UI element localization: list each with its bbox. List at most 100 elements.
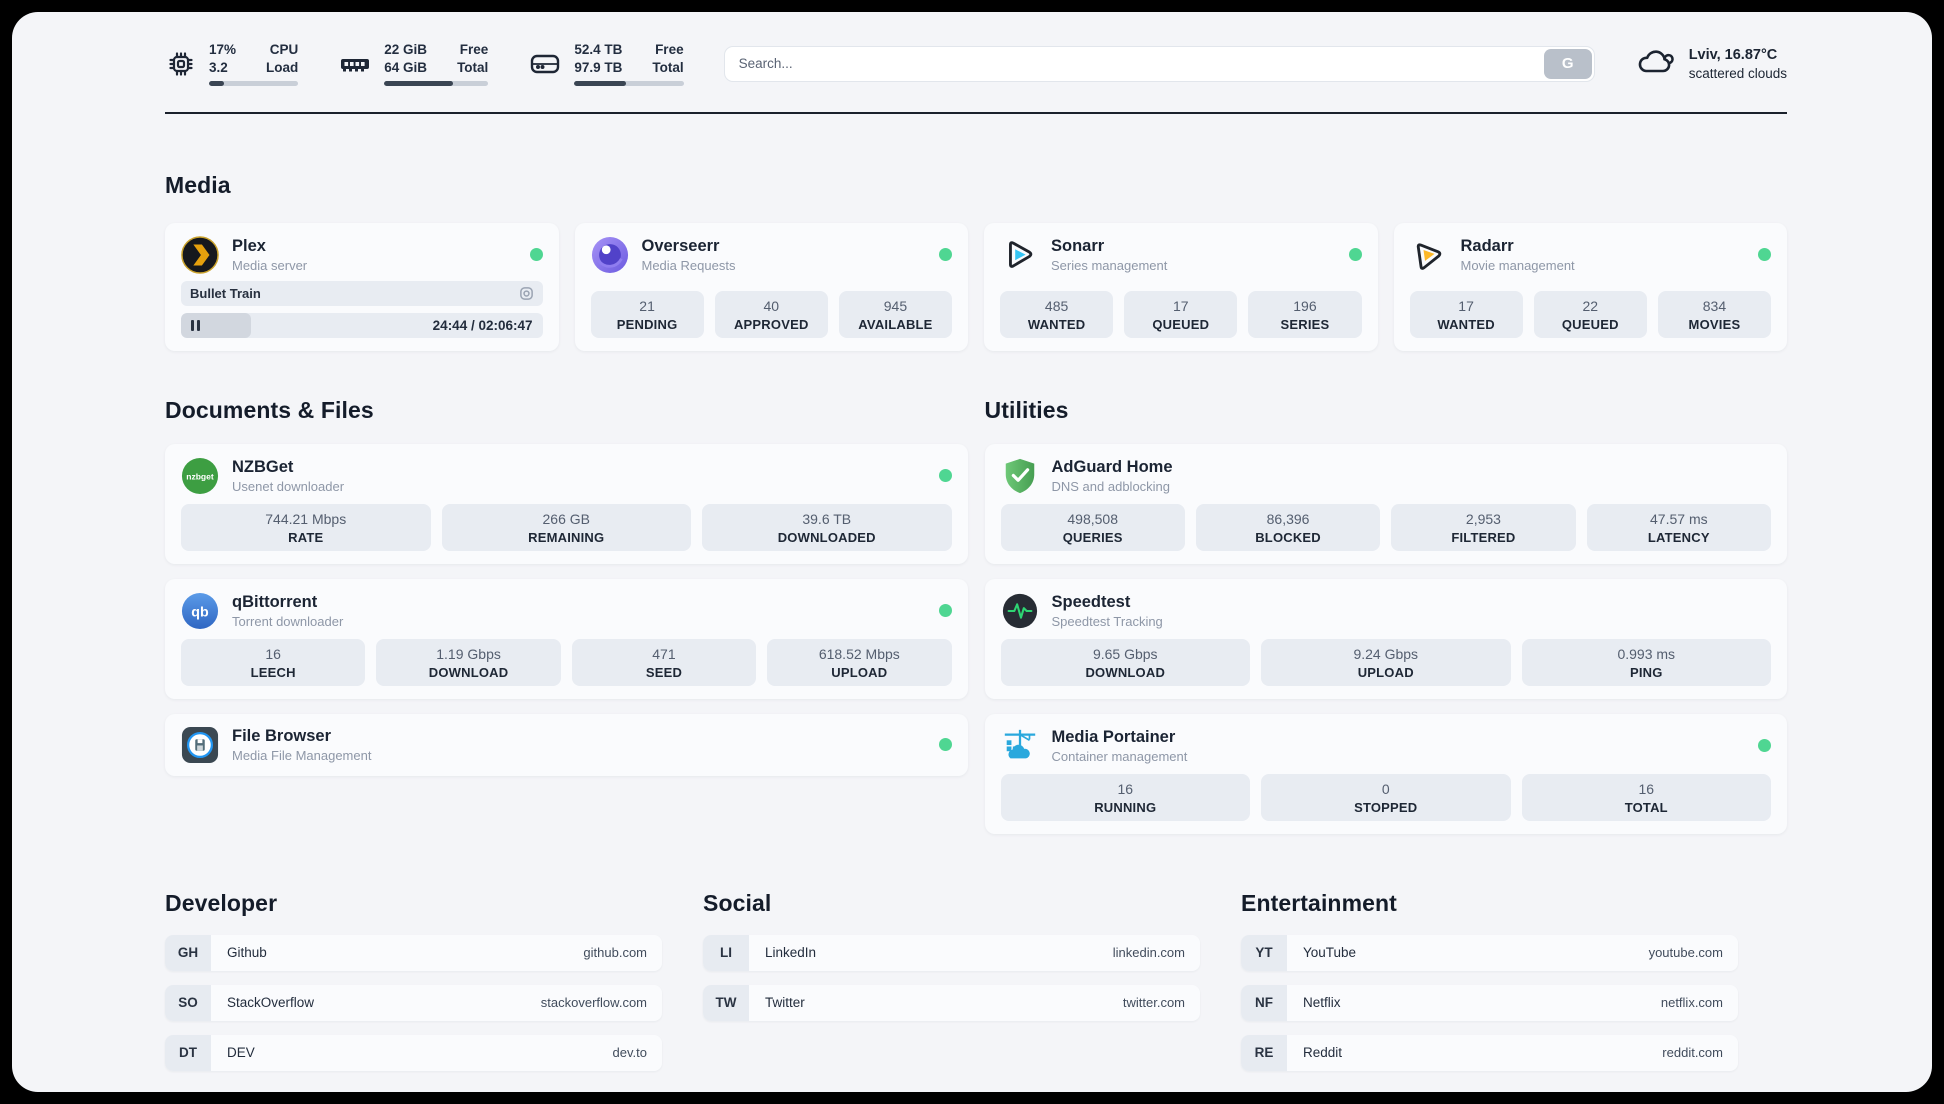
app-name: qBittorrent (232, 592, 318, 611)
stat-tile: 16 TOTAL (1521, 774, 1771, 821)
bookmark-name: StackOverflow (227, 995, 315, 1011)
status-dot (938, 469, 952, 483)
disk-free: 52.4 TB (574, 42, 623, 57)
bookmark-name: Netflix (1303, 995, 1341, 1011)
search-engine-button[interactable]: G (1543, 48, 1592, 79)
bookmark-name: YouTube (1303, 945, 1357, 961)
stat-tile: 471 SEED (571, 639, 757, 686)
developer-links: Developer GH Github github.com SO StackO… (165, 854, 662, 1071)
app-card-adguard[interactable]: AdGuard Home DNS and adblocking 498,508 Q… (984, 443, 1787, 564)
bookmark-netflix[interactable]: NF Netflix netflix.com (1241, 984, 1738, 1021)
bookmark-abbr: SO (165, 984, 211, 1021)
app-description: Media File Management (232, 747, 372, 763)
stat-tile: 17 WANTED (1409, 291, 1523, 338)
window-frame: 17% CPU 3.2 Load 22 GiB Free 64 GiB Tota… (0, 0, 1944, 1104)
stat-tile: 485 WANTED (1000, 291, 1114, 338)
stat-tile: 17 QUEUED (1124, 291, 1238, 338)
bookmark-linkedin[interactable]: LI LinkedIn linkedin.com (703, 934, 1200, 971)
status-dot (939, 248, 952, 262)
disk-total-label: Total (652, 59, 684, 75)
bookmark-youtube[interactable]: YT YouTube youtube.com (1241, 934, 1738, 971)
cpu-percent: 17% (209, 42, 237, 57)
app-card-plex[interactable]: Plex Media server Bullet Train 24:44 / 0… (165, 222, 559, 351)
stat-tile: 1.19 Gbps DOWNLOAD (376, 639, 561, 686)
cpu-label: CPU (269, 42, 299, 57)
disk-free-label: Free (655, 42, 684, 57)
weather-location: Lviv, 16.87°C (1688, 46, 1778, 63)
app-card-radarr[interactable]: Radarr Movie management 17 WANTED 22 QUEUE… (1393, 222, 1787, 351)
dashboard-page: 17% CPU 3.2 Load 22 GiB Free 64 GiB Tota… (12, 12, 1932, 1092)
bookmark-dev[interactable]: DT DEV dev.to (165, 1034, 662, 1071)
bookmark-stackoverflow[interactable]: SO StackOverflow stackoverflow.com (165, 984, 662, 1021)
app-card-nzbget[interactable]: nzbget NZBGet Usenet downloader 744.21 M… (165, 443, 968, 564)
stat-tile: 22 QUEUED (1533, 291, 1647, 338)
bookmark-twitter[interactable]: TW Twitter twitter.com (703, 984, 1200, 1021)
section-title-documents: Documents & Files (165, 396, 374, 423)
cpu-chip-icon (165, 48, 197, 80)
stat-tile: 86,396 BLOCKED (1195, 504, 1381, 551)
app-name: Overseerr (641, 236, 720, 255)
session-device-icon[interactable] (519, 286, 534, 301)
app-name: File Browser (232, 726, 332, 745)
app-card-sonarr[interactable]: Sonarr Series management 485 WANTED 17 QUE… (984, 222, 1378, 351)
stat-tile: 47.57 ms LATENCY (1586, 504, 1771, 551)
weather-widget: Lviv, 16.87°C scattered clouds (1635, 44, 1787, 83)
stat-tile: 834 MOVIES (1657, 291, 1772, 338)
pause-button[interactable] (191, 319, 200, 331)
status-dot (1758, 739, 1771, 753)
memory-total-label: Total (457, 59, 489, 75)
system-stats: 17% CPU 3.2 Load 22 GiB Free 64 GiB Tota… (165, 42, 684, 86)
bookmark-url: stackoverflow.com (540, 995, 647, 1011)
bookmark-reddit[interactable]: RE Reddit reddit.com (1241, 1034, 1738, 1071)
app-card-overseerr[interactable]: Overseerr Media Requests 21 PENDING 40 APP… (574, 222, 968, 351)
app-description: Series management (1051, 257, 1168, 273)
cloud-icon (1635, 44, 1677, 83)
svg-text:qb: qb (191, 604, 209, 620)
app-card-speedtest[interactable]: Speedtest Speedtest Tracking 9.65 Gbps DO… (984, 578, 1787, 699)
app-name: Radarr (1460, 236, 1514, 255)
bookmark-abbr: YT (1241, 934, 1287, 971)
documents-column: Documents & Files nzbget NZBGet Usenet d… (165, 359, 968, 834)
stat-tile: 618.52 Mbps UPLOAD (767, 639, 952, 686)
header-divider (165, 111, 1787, 114)
bookmark-url: linkedin.com (1112, 945, 1185, 961)
app-card-filebrowser[interactable]: File Browser Media File Management (165, 713, 968, 776)
app-name: NZBGet (232, 457, 294, 476)
app-description: DNS and adblocking (1051, 478, 1171, 494)
stat-tile: 9.24 Gbps UPLOAD (1261, 639, 1511, 686)
speedtest-icon (1001, 592, 1039, 630)
cpu-load: 3.2 (209, 59, 228, 75)
app-name: Sonarr (1051, 236, 1105, 255)
top-bar: 17% CPU 3.2 Load 22 GiB Free 64 GiB Tota… (12, 12, 1932, 86)
plex-icon (181, 235, 219, 274)
playback-time: 24:44 / 02:06:47 (432, 317, 533, 333)
bookmark-abbr: TW (703, 984, 749, 1021)
now-playing-title: Bullet Train (190, 285, 261, 301)
cpu-stat: 17% CPU 3.2 Load (165, 42, 299, 86)
memory-stat: 22 GiB Free 64 GiB Total (338, 42, 489, 86)
memory-progress-bar (384, 80, 489, 86)
svg-text:nzbget: nzbget (186, 471, 214, 481)
entertainment-links: Entertainment YT YouTube youtube.com NF … (1241, 854, 1738, 1071)
app-name: Plex (232, 236, 266, 255)
app-description: Movie management (1460, 257, 1575, 273)
stat-tile: 39.6 TB DOWNLOADED (702, 504, 952, 551)
app-name: Media Portainer (1051, 727, 1176, 746)
bookmark-github[interactable]: GH Github github.com (165, 934, 662, 971)
disk-progress-bar (574, 80, 684, 86)
search-input[interactable] (723, 45, 1595, 82)
app-card-qbittorrent[interactable]: qb qBittorrent Torrent downloader 16 LEEC… (165, 578, 968, 699)
bookmark-url: dev.to (612, 1045, 647, 1061)
app-description: Media server (232, 257, 308, 273)
status-dot (1348, 248, 1362, 262)
nzbget-icon: nzbget (181, 457, 219, 495)
ram-icon (338, 48, 372, 80)
overseerr-icon (591, 236, 629, 274)
stat-tile: 498,508 QUERIES (1000, 504, 1185, 551)
stat-tile: 744.21 Mbps RATE (181, 504, 431, 551)
stat-tile: 945 AVAILABLE (838, 291, 953, 338)
playback-progress-bar: 24:44 / 02:06:47 (181, 312, 543, 338)
bookmark-abbr: DT (165, 1034, 211, 1071)
qbittorrent-icon: qb (181, 592, 219, 630)
app-card-portainer[interactable]: Media Portainer Container management 16 R… (984, 713, 1787, 834)
